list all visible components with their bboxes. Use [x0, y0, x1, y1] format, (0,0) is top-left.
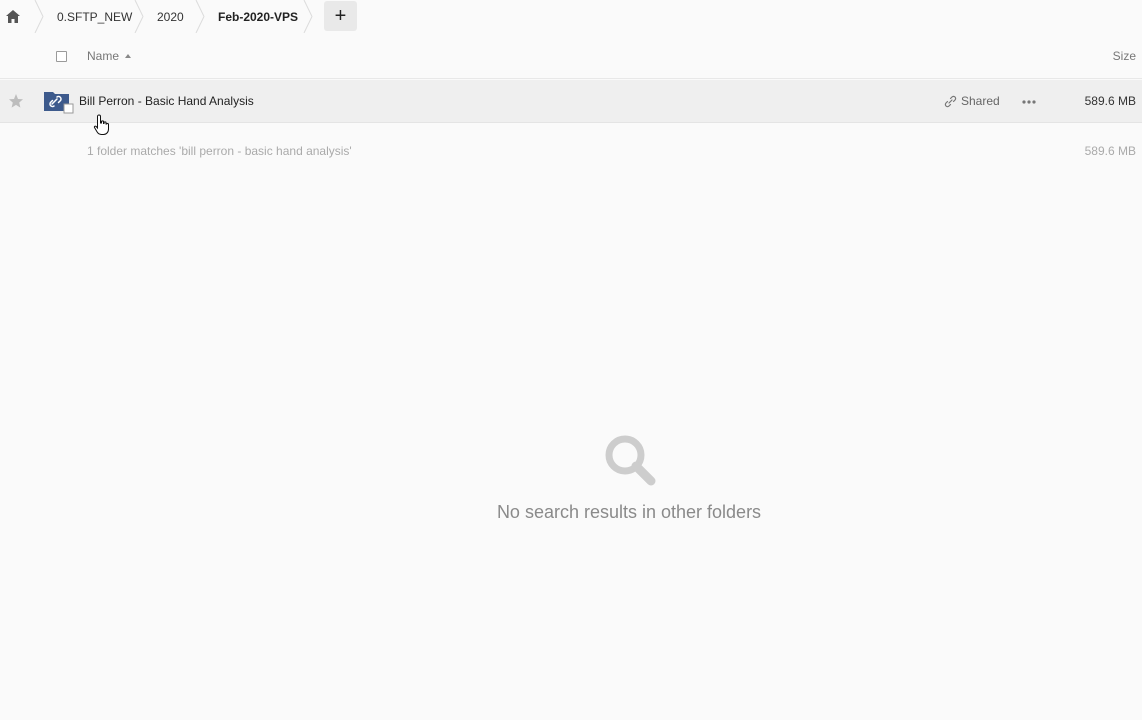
more-dots-icon: [1022, 100, 1036, 104]
breadcrumb: 0.SFTP_NEW 2020 Feb-2020-VPS +: [0, 0, 1142, 33]
file-name[interactable]: Bill Perron - Basic Hand Analysis: [79, 94, 254, 108]
breadcrumb-item-feb-2020-vps[interactable]: Feb-2020-VPS: [218, 0, 298, 33]
more-actions-button[interactable]: [1020, 94, 1038, 110]
breadcrumb-separator-icon: [195, 0, 205, 33]
search-icon: [605, 435, 656, 486]
shared-button[interactable]: Shared: [944, 94, 1000, 108]
name-column-label: Name: [87, 49, 120, 63]
size-column-header[interactable]: Size: [1113, 49, 1136, 63]
favorite-star-icon[interactable]: [8, 93, 24, 109]
search-summary: 1 folder matches 'bill perron - basic ha…: [87, 144, 352, 158]
home-icon[interactable]: [2, 4, 24, 28]
breadcrumb-separator-icon: [134, 0, 144, 33]
file-size: 589.6 MB: [1084, 94, 1136, 108]
select-all-checkbox[interactable]: [56, 51, 67, 62]
name-column-header[interactable]: Name: [87, 49, 132, 63]
file-row[interactable]: Bill Perron - Basic Hand Analysis Shared…: [0, 80, 1142, 123]
summary-size: 589.6 MB: [1084, 144, 1136, 158]
shared-folder-icon[interactable]: [43, 90, 75, 114]
sort-ascending-icon: [125, 54, 132, 58]
breadcrumb-item-2020[interactable]: 2020: [157, 0, 184, 33]
file-list-header: Name Size: [0, 33, 1142, 79]
link-icon: [944, 95, 957, 107]
shared-label: Shared: [961, 94, 1000, 108]
breadcrumb-separator-icon: [303, 0, 313, 33]
empty-state-message: No search results in other folders: [496, 502, 762, 522]
breadcrumb-separator-icon: [34, 0, 44, 33]
add-new-button[interactable]: +: [324, 1, 357, 31]
breadcrumb-item-sftp-new[interactable]: 0.SFTP_NEW: [57, 0, 132, 33]
hand-cursor-icon: [93, 114, 109, 135]
